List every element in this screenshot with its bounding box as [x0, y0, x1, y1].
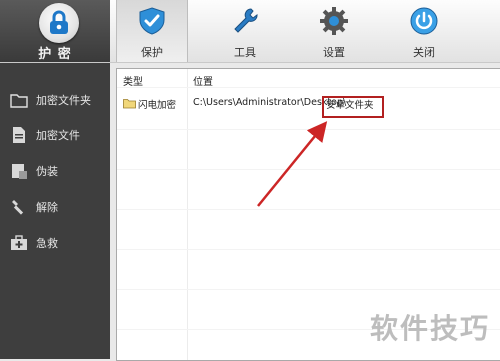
annotation-arrow [257, 121, 328, 207]
watermark: 软件技巧 [369, 312, 490, 345]
